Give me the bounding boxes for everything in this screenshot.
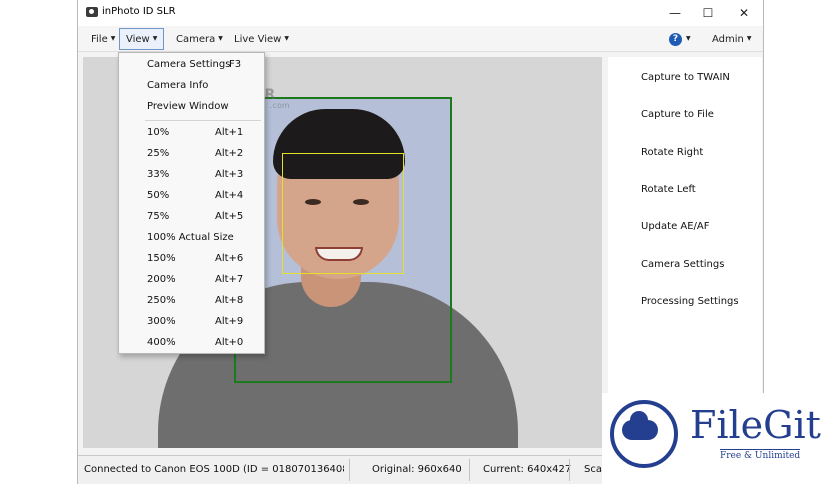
help-icon[interactable]: ? [669, 33, 682, 46]
menu-item-shortcut: Alt+1 [215, 127, 244, 138]
menu-file[interactable]: File ▼ [85, 28, 121, 50]
menu-item-shortcut: Alt+3 [215, 169, 244, 180]
menu-item-shortcut: F3 [229, 59, 242, 70]
chevron-down-icon: ▼ [686, 35, 691, 42]
maximize-button[interactable]: ☐ [690, 0, 726, 26]
menu-camera[interactable]: Camera ▼ [170, 28, 229, 50]
face-detection-box [282, 153, 404, 274]
menu-view-label: View [126, 34, 150, 45]
view-menu-item[interactable]: 50% Alt+4 [119, 186, 264, 207]
chevron-down-icon: ▼ [110, 35, 116, 42]
view-menu-item[interactable]: 200% Alt+7 [119, 270, 264, 291]
menu-file-label: File [91, 34, 108, 45]
menu-camera-label: Camera [176, 34, 216, 45]
camera-app-icon [86, 7, 98, 17]
menu-admin-label: Admin [712, 34, 744, 45]
view-menu-item[interactable]: 250% Alt+8 [119, 291, 264, 312]
status-divider [349, 459, 350, 481]
menu-item-label: Camera Info [147, 80, 209, 91]
action-panel: Capture to TWAIN Capture to File Rotate … [608, 57, 762, 448]
menu-live-view-label: Live View [234, 34, 282, 45]
update-ae-af-button[interactable]: Update AE/AF [641, 221, 710, 232]
filecr-watermark-suffix: .com [270, 101, 290, 110]
menu-view[interactable]: View ▼ [119, 28, 165, 50]
view-menu-item[interactable]: Camera Settings F3 [119, 55, 264, 76]
processing-settings-button[interactable]: Processing Settings [641, 296, 739, 307]
window-title: inPhoto ID SLR [102, 6, 176, 17]
menu-item-label: 250% [147, 295, 176, 306]
view-menu-item[interactable]: 150% Alt+6 [119, 249, 264, 270]
menu-item-label: 10% [147, 127, 170, 138]
view-menu-item[interactable]: Preview Window [119, 97, 264, 118]
view-menu-item[interactable]: 75% Alt+5 [119, 207, 264, 228]
menu-item-label: 100% Actual Size [147, 232, 234, 243]
filegit-watermark: FileGit Free & Unlimited [602, 393, 836, 484]
menu-live-view[interactable]: Live View ▼ [228, 28, 295, 50]
view-menu-item[interactable]: 10% Alt+1 [119, 123, 264, 144]
chevron-down-icon: ▼ [284, 35, 289, 42]
capture-to-file-button[interactable]: Capture to File [641, 109, 714, 120]
menu-item-label: 400% [147, 337, 176, 348]
chevron-down-icon: ▼ [218, 35, 223, 42]
menu-separator [145, 120, 261, 121]
view-menu-dropdown: Camera Settings F3 Camera Info Preview Wi… [118, 52, 265, 354]
minimize-button[interactable]: — [657, 0, 693, 26]
view-menu-item[interactable]: 33% Alt+3 [119, 165, 264, 186]
menu-item-label: 25% [147, 148, 170, 159]
menu-item-shortcut: Alt+6 [215, 253, 244, 264]
view-menu-item[interactable]: Camera Info [119, 76, 264, 97]
title-bar: inPhoto ID SLR — ☐ ✕ [78, 0, 763, 26]
menu-admin[interactable]: Admin ▼ [706, 28, 758, 50]
help-dropdown-caret[interactable]: ▼ [683, 28, 691, 50]
menu-item-shortcut: Alt+5 [215, 211, 244, 222]
rotate-right-button[interactable]: Rotate Right [641, 147, 703, 158]
menu-item-shortcut: Alt+9 [215, 316, 244, 327]
status-connection: Connected to Canon EOS 100D (ID = 018070… [84, 464, 344, 475]
menu-item-shortcut: Alt+8 [215, 295, 244, 306]
capture-to-twain-button[interactable]: Capture to TWAIN [641, 72, 730, 83]
menu-item-label: Preview Window [147, 101, 229, 112]
menu-item-label: 300% [147, 316, 176, 327]
view-menu-item[interactable]: 300% Alt+9 [119, 312, 264, 333]
view-menu-item[interactable]: 25% Alt+2 [119, 144, 264, 165]
menu-item-label: 75% [147, 211, 170, 222]
menu-item-shortcut: Alt+0 [215, 337, 244, 348]
menu-item-label: 50% [147, 190, 170, 201]
menu-item-label: 150% [147, 253, 176, 264]
filegit-title: FileGit [690, 403, 821, 447]
menu-item-shortcut: Alt+2 [215, 148, 244, 159]
close-button[interactable]: ✕ [726, 0, 762, 26]
chevron-down-icon: ▼ [746, 35, 752, 42]
menu-item-label: 200% [147, 274, 176, 285]
chevron-down-icon: ▼ [152, 35, 158, 42]
camera-settings-button[interactable]: Camera Settings [641, 259, 724, 270]
rotate-left-button[interactable]: Rotate Left [641, 184, 696, 195]
status-divider [469, 459, 470, 481]
menu-bar: File ▼ View ▼ Camera ▼ Live View ▼ Admin ▼ [78, 26, 763, 52]
menu-item-shortcut: Alt+4 [215, 190, 244, 201]
cloud-icon [622, 411, 658, 440]
menu-item-label: Camera Settings [147, 59, 231, 70]
view-menu-item[interactable]: 100% Actual Size [119, 228, 264, 249]
view-menu-item[interactable]: 400% Alt+0 [119, 333, 264, 354]
filegit-subtitle: Free & Unlimited [720, 449, 801, 461]
status-original-size: Original: 960x640 [372, 464, 462, 475]
status-current-size: Current: 640x427 [483, 464, 572, 475]
menu-item-shortcut: Alt+7 [215, 274, 244, 285]
status-divider [569, 459, 570, 481]
menu-item-label: 33% [147, 169, 170, 180]
